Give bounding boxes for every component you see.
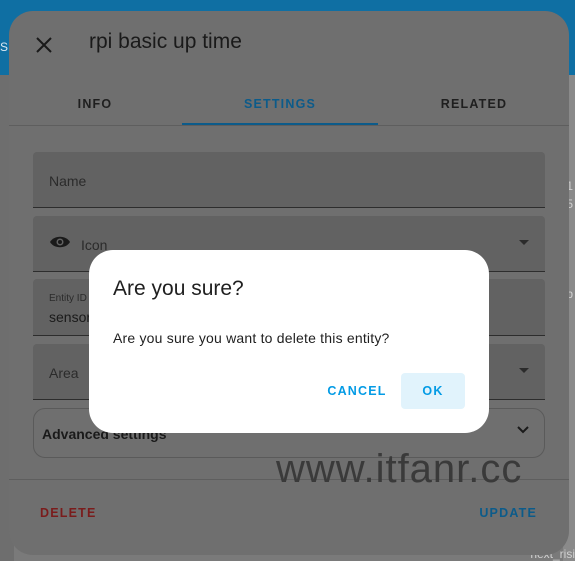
tab-bar: INFO SETTINGS RELATED [9, 85, 569, 126]
confirm-title: Are you sure? [113, 277, 244, 300]
dialog-header: rpi basic up time [9, 11, 569, 75]
dialog-title: rpi basic up time [89, 30, 242, 53]
close-button[interactable] [30, 31, 58, 59]
close-icon [36, 37, 52, 53]
cancel-button[interactable]: CANCEL [325, 373, 389, 409]
area-field-label: Area [49, 365, 79, 381]
ok-button[interactable]: OK [401, 373, 465, 409]
entity-id-value: sensor [49, 309, 92, 325]
tab-related[interactable]: RELATED [419, 85, 529, 123]
name-field-label: Name [49, 173, 87, 189]
tab-settings[interactable]: SETTINGS [182, 85, 378, 125]
chevron-down-icon [519, 368, 529, 373]
entity-id-label: Entity ID [49, 293, 87, 304]
confirm-dialog: Are you sure? Are you sure you want to d… [89, 250, 489, 433]
chevron-down-icon [519, 240, 529, 245]
update-button[interactable]: UPDATE [479, 506, 537, 520]
delete-button[interactable]: DELETE [40, 506, 97, 520]
chevron-down-icon [517, 426, 529, 434]
name-field[interactable]: Name [33, 152, 545, 208]
eye-icon [50, 236, 70, 248]
tab-info[interactable]: INFO [44, 85, 146, 123]
confirm-message: Are you sure you want to delete this ent… [113, 330, 390, 346]
watermark: www.itfanr.cc [276, 447, 523, 491]
